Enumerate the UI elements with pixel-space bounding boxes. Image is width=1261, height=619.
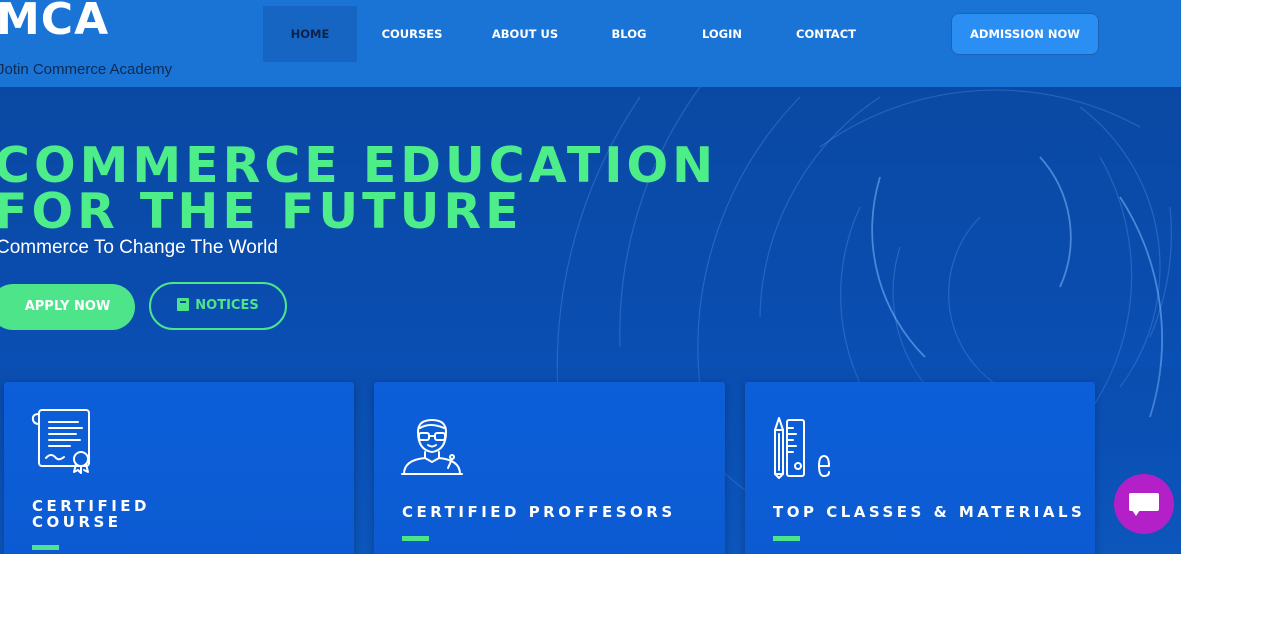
- feature-card-certified-course: CERTIFIED COURSE: [4, 382, 354, 554]
- stationery-icon: [774, 417, 830, 479]
- nav-about-us[interactable]: ABOUT US: [478, 6, 572, 62]
- notices-button-label: NOTICES: [195, 298, 259, 313]
- site-header: MCA Jotin Commerce Academy HOME COURSES …: [0, 0, 1181, 87]
- book-icon: [177, 298, 190, 311]
- card-accent-bar: [402, 536, 429, 541]
- page-viewport: MCA Jotin Commerce Academy HOME COURSES …: [0, 0, 1181, 554]
- nav-login[interactable]: LOGIN: [675, 6, 769, 62]
- card-title-line-1: CERTIFIED: [32, 497, 150, 515]
- card-accent-bar: [773, 536, 800, 541]
- card-accent-bar: [32, 545, 59, 550]
- card-title: CERTIFIED PROFFESORS: [402, 503, 676, 521]
- nav-contact[interactable]: CONTACT: [779, 6, 873, 62]
- site-logo[interactable]: MCA: [0, 0, 109, 45]
- feature-card-certified-professors: CERTIFIED PROFFESORS: [374, 382, 725, 554]
- chat-icon[interactable]: [1114, 474, 1174, 534]
- card-title: CERTIFIED COURSE: [32, 498, 150, 530]
- site-tagline: Jotin Commerce Academy: [0, 61, 173, 78]
- feature-card-top-classes: TOP CLASSES & MATERIALS: [745, 382, 1095, 554]
- hero-title-line-2: FOR THE FUTURE: [0, 183, 523, 240]
- hero-title: COMMERCE EDUCATION FOR THE FUTURE: [0, 141, 717, 240]
- professor-icon: [401, 419, 463, 475]
- card-title-line-2: COURSE: [32, 513, 122, 531]
- card-title: TOP CLASSES & MATERIALS: [773, 503, 1086, 521]
- notices-button[interactable]: NOTICES: [149, 282, 287, 330]
- apply-now-button[interactable]: APPLY NOW: [0, 284, 135, 330]
- nav-courses[interactable]: COURSES: [365, 6, 459, 62]
- certificate-icon: [31, 409, 90, 474]
- nav-home[interactable]: HOME: [263, 6, 357, 62]
- nav-blog[interactable]: BLOG: [582, 6, 676, 62]
- hero-subtitle: Commerce To Change The World: [0, 237, 278, 258]
- admission-now-button[interactable]: ADMISSION NOW: [951, 13, 1099, 55]
